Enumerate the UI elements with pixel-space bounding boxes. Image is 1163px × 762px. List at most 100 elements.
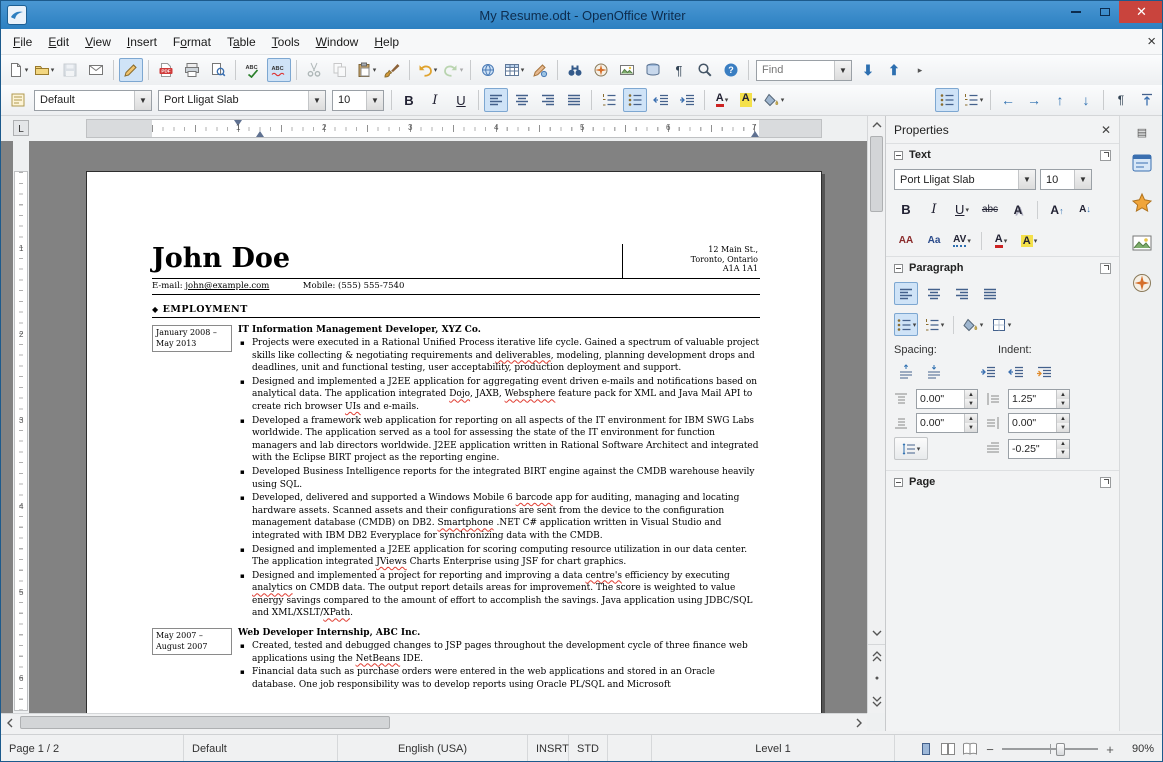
sidebar-shadow-button[interactable]: A [1006, 198, 1030, 221]
lowercase-button[interactable]: Aa [922, 229, 946, 252]
underline-button[interactable]: U [449, 88, 473, 112]
scroll-down-button[interactable] [868, 624, 886, 642]
sidebar-font-name-arrow[interactable]: ▼ [1018, 170, 1035, 189]
move-up-button[interactable]: ↑ [1048, 88, 1072, 112]
email-link[interactable]: john@example.com [185, 281, 269, 291]
first-line-indent-field[interactable]: -0.25" ▲ ▼ [1008, 438, 1070, 459]
previous-page-button[interactable] [868, 644, 886, 667]
bullets-button[interactable] [623, 88, 647, 112]
zoom-out-button[interactable]: − [984, 742, 996, 757]
font-name-combobox[interactable]: Port Lligat Slab ▼ [158, 89, 326, 111]
sidebar-bold-button[interactable]: B [894, 198, 918, 221]
minimize-button[interactable] [1061, 1, 1090, 23]
paragraph-style-combobox[interactable]: Default ▼ [34, 89, 152, 111]
first-line-indent-spinner[interactable]: ▲ ▼ [1056, 439, 1069, 458]
below-spacing-spinner[interactable]: ▲ ▼ [964, 414, 977, 432]
sidebar-underline-button[interactable]: U [950, 198, 974, 221]
zoom-slider-thumb[interactable] [1056, 743, 1065, 756]
restart-numbering-button[interactable] [1135, 88, 1159, 112]
close-button[interactable]: ✕ [1119, 1, 1162, 23]
align-left-button[interactable] [484, 88, 508, 112]
vertical-scrollbar[interactable]: ● [867, 116, 886, 713]
list-bullets-toggle-button[interactable] [935, 88, 959, 112]
menu-item-window[interactable]: Window [308, 31, 367, 53]
single-page-view-icon[interactable] [918, 742, 934, 756]
paste-button[interactable] [354, 58, 378, 82]
uppercase-button[interactable]: AA [894, 229, 918, 252]
demote-level-button[interactable]: → [1022, 88, 1046, 112]
export-pdf-button[interactable]: PDF [154, 58, 178, 82]
sidebar-bullets-button[interactable] [894, 313, 918, 336]
sidebar-italic-button[interactable]: I [922, 198, 946, 221]
text-section-more-icon[interactable] [1100, 149, 1111, 161]
menu-item-format[interactable]: Format [165, 31, 219, 53]
find-dropdown-arrow[interactable]: ▼ [834, 60, 851, 80]
clone-formatting-button[interactable] [380, 58, 404, 82]
zoom-button[interactable] [693, 58, 717, 82]
find-combobox[interactable]: Find ▼ [756, 59, 852, 81]
numbering-button[interactable] [597, 88, 621, 112]
sidebar-font-size-arrow[interactable]: ▼ [1074, 170, 1091, 189]
font-name-arrow[interactable]: ▼ [308, 90, 325, 110]
print-button[interactable] [180, 58, 204, 82]
menu-item-help[interactable]: Help [366, 31, 407, 53]
status-insert-mode[interactable]: INSRT [528, 735, 569, 761]
scroll-right-button[interactable] [850, 714, 867, 731]
status-selection-mode[interactable]: STD [569, 735, 608, 761]
horizontal-ruler[interactable]: L 1 2 3 4 5 6 7 [1, 116, 885, 141]
promote-level-button[interactable]: ← [996, 88, 1020, 112]
sidebar-highlight-button[interactable]: A [1017, 229, 1041, 252]
page-preview-button[interactable] [206, 58, 230, 82]
save-button[interactable] [58, 58, 82, 82]
document-page[interactable]: John Doe 12 Main St., Toronto, Ontario A… [86, 171, 822, 713]
before-indent-field[interactable]: 1.25" ▲ ▼ [1008, 389, 1070, 409]
find-next-button[interactable]: ⬇ [856, 58, 880, 82]
grow-font-button[interactable]: A↑ [1045, 198, 1069, 221]
after-indent-spinner[interactable]: ▲ ▼ [1056, 414, 1069, 432]
sidebar-align-right-button[interactable] [950, 282, 974, 305]
menu-item-table[interactable]: Table [219, 31, 264, 53]
help-button[interactable]: ? [719, 58, 743, 82]
decrease-spacing-button[interactable] [922, 360, 946, 383]
cut-button[interactable] [302, 58, 326, 82]
find-replace-button[interactable] [563, 58, 587, 82]
draw-functions-button[interactable] [528, 58, 552, 82]
status-page[interactable]: Page 1 / 2 [1, 735, 184, 761]
new-document-button[interactable] [6, 58, 30, 82]
styles-dialog-button[interactable] [6, 88, 30, 112]
insert-table-button[interactable] [502, 58, 526, 82]
after-indent-field[interactable]: 0.00" ▲ ▼ [1008, 413, 1070, 433]
open-button[interactable] [32, 58, 56, 82]
find-previous-button[interactable]: ⬆ [882, 58, 906, 82]
deck-properties-button[interactable] [1125, 146, 1159, 180]
sidebar-menu-button[interactable]: ▤ [1132, 124, 1152, 140]
navigate-by-button[interactable]: ● [868, 667, 886, 690]
multi-page-view-icon[interactable] [940, 742, 956, 756]
paragraph-section-more-icon[interactable] [1100, 262, 1111, 274]
sidebar-strikethrough-button[interactable]: abc [978, 198, 1002, 221]
menu-item-insert[interactable]: Insert [119, 31, 165, 53]
sidebar-align-justify-button[interactable] [978, 282, 1002, 305]
above-spacing-spinner[interactable]: ▲ ▼ [964, 390, 977, 408]
sidebar-align-left-button[interactable] [894, 282, 918, 305]
page-section-more-icon[interactable] [1100, 476, 1111, 488]
maximize-button[interactable] [1090, 1, 1119, 23]
bold-button[interactable]: B [397, 88, 421, 112]
before-indent-spinner[interactable]: ▲ ▼ [1056, 390, 1069, 408]
close-document-button[interactable]: × [1147, 33, 1156, 50]
increase-indent-button[interactable] [675, 88, 699, 112]
sidebar-font-color-button[interactable]: A [989, 229, 1013, 252]
hanging-indent-button[interactable] [1032, 360, 1056, 383]
font-color-button[interactable]: A [710, 88, 734, 112]
background-color-button[interactable] [762, 88, 786, 112]
character-spacing-button[interactable]: AV [950, 229, 974, 252]
hyperlink-button[interactable] [476, 58, 500, 82]
menu-item-edit[interactable]: Edit [40, 31, 77, 53]
zoom-percent[interactable]: 90% [1122, 743, 1154, 755]
paragraph-section-header[interactable]: Paragraph [886, 256, 1119, 278]
book-view-icon[interactable] [962, 742, 978, 756]
sidebar-decrease-indent-button[interactable] [1004, 360, 1028, 383]
scroll-left-button[interactable] [1, 714, 18, 731]
data-sources-button[interactable] [641, 58, 665, 82]
copy-button[interactable] [328, 58, 352, 82]
